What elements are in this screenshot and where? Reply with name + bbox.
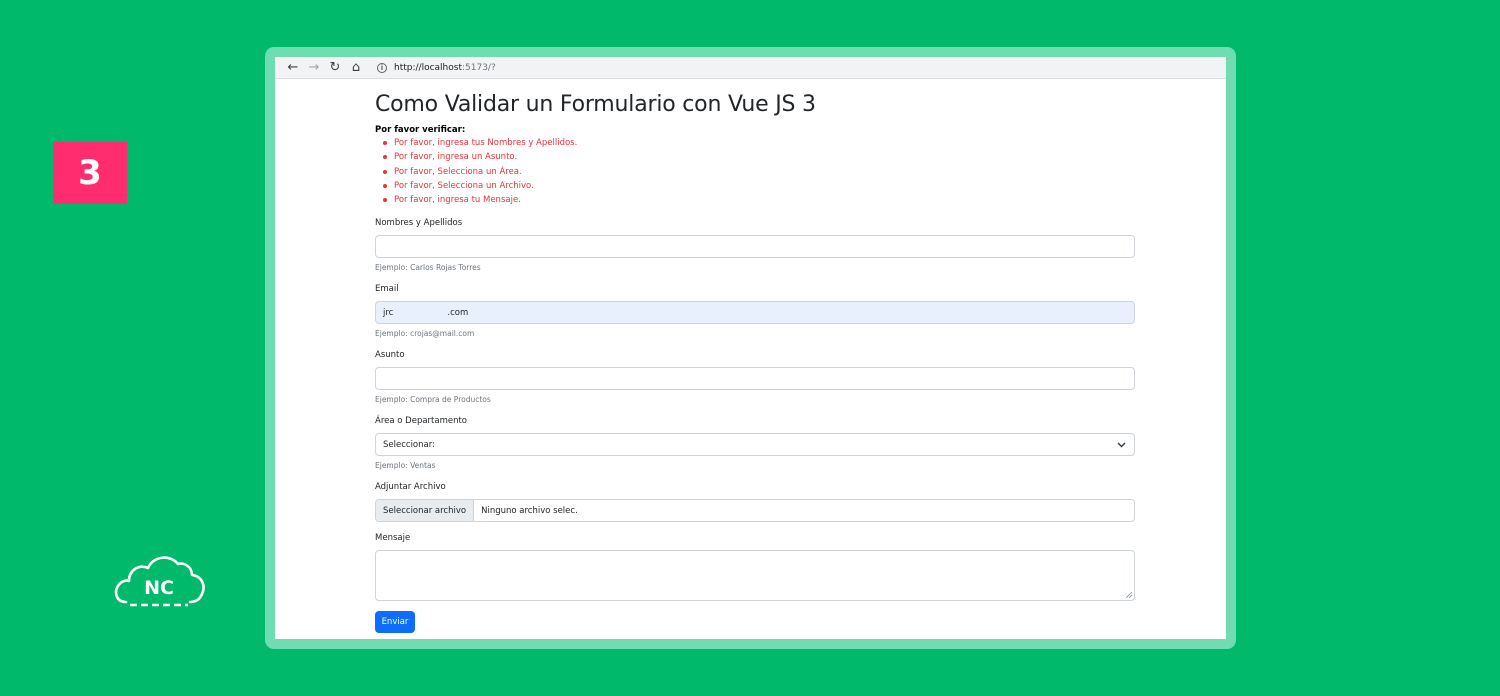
- chevron-down-icon: [1117, 442, 1126, 448]
- error-item: Por favor, ingresa tu Mensaje.: [383, 193, 1135, 207]
- error-list: Por favor, ingresa tus Nombres y Apellid…: [375, 136, 1135, 207]
- name-input[interactable]: [375, 235, 1135, 259]
- url-path: :5173/?: [461, 62, 496, 73]
- step-number-badge: 3: [53, 142, 127, 204]
- subject-label: Asunto: [375, 350, 405, 361]
- email-input[interactable]: jrc .com: [375, 301, 1135, 325]
- browser-window: ← → ↻ ⌂ i http://localhost:5173/? Como V…: [275, 57, 1226, 639]
- subject-help: Ejemplo: Compra de Productos: [375, 395, 491, 405]
- site-info-icon[interactable]: i: [377, 62, 387, 73]
- email-help: Ejemplo: crojas@mail.com: [375, 329, 475, 339]
- area-select[interactable]: Seleccionar:: [375, 433, 1135, 457]
- errors-heading: Por favor verificar:: [375, 125, 466, 135]
- file-input[interactable]: Seleccionar archivo Ninguno archivo sele…: [375, 499, 1135, 523]
- email-value: jrc .com: [383, 307, 469, 318]
- area-selected-value: Seleccionar:: [383, 439, 435, 450]
- forward-arrow-icon[interactable]: →: [304, 59, 324, 77]
- page-title: Como Validar un Formulario con Vue JS 3: [375, 92, 816, 117]
- email-label: Email: [375, 284, 399, 295]
- error-item: Por favor, ingresa un Asunto.: [383, 150, 1135, 164]
- file-status: Ninguno archivo selec.: [481, 505, 578, 516]
- error-item: Por favor, Selecciona un Área.: [383, 165, 1135, 179]
- address-bar[interactable]: i http://localhost:5173/?: [377, 59, 496, 77]
- submit-button[interactable]: Enviar: [375, 611, 415, 634]
- error-item: Por favor, Selecciona un Archivo.: [383, 179, 1135, 193]
- browser-toolbar: ← → ↻ ⌂ i http://localhost:5173/?: [275, 57, 1226, 79]
- subject-input[interactable]: [375, 367, 1135, 391]
- error-item: Por favor, ingresa tus Nombres y Apellid…: [383, 136, 1135, 150]
- resize-grip-icon[interactable]: [1126, 592, 1132, 599]
- area-label: Área o Departamento: [375, 416, 468, 427]
- back-arrow-icon[interactable]: ←: [283, 59, 303, 77]
- url-text[interactable]: http://localhost:5173/?: [394, 63, 496, 73]
- message-label: Mensaje: [375, 533, 411, 544]
- name-label: Nombres y Apellidos: [375, 218, 463, 229]
- area-help: Ejemplo: Ventas: [375, 461, 436, 471]
- screenshot-frame: ← → ↻ ⌂ i http://localhost:5173/? Como V…: [265, 47, 1236, 649]
- choose-file-button[interactable]: Seleccionar archivo: [376, 500, 475, 522]
- logo-text: NC: [144, 577, 174, 599]
- file-label: Adjuntar Archivo: [375, 482, 446, 493]
- name-help: Ejemplo: Carlos Rojas Torres: [375, 263, 481, 273]
- page-content: Como Validar un Formulario con Vue JS 3 …: [375, 85, 1135, 634]
- nc-cloud-logo: NC: [114, 556, 205, 607]
- message-textarea[interactable]: [375, 550, 1135, 602]
- url-host: http://localhost: [394, 62, 462, 73]
- reload-icon[interactable]: ↻: [325, 59, 345, 77]
- home-icon[interactable]: ⌂: [346, 59, 366, 77]
